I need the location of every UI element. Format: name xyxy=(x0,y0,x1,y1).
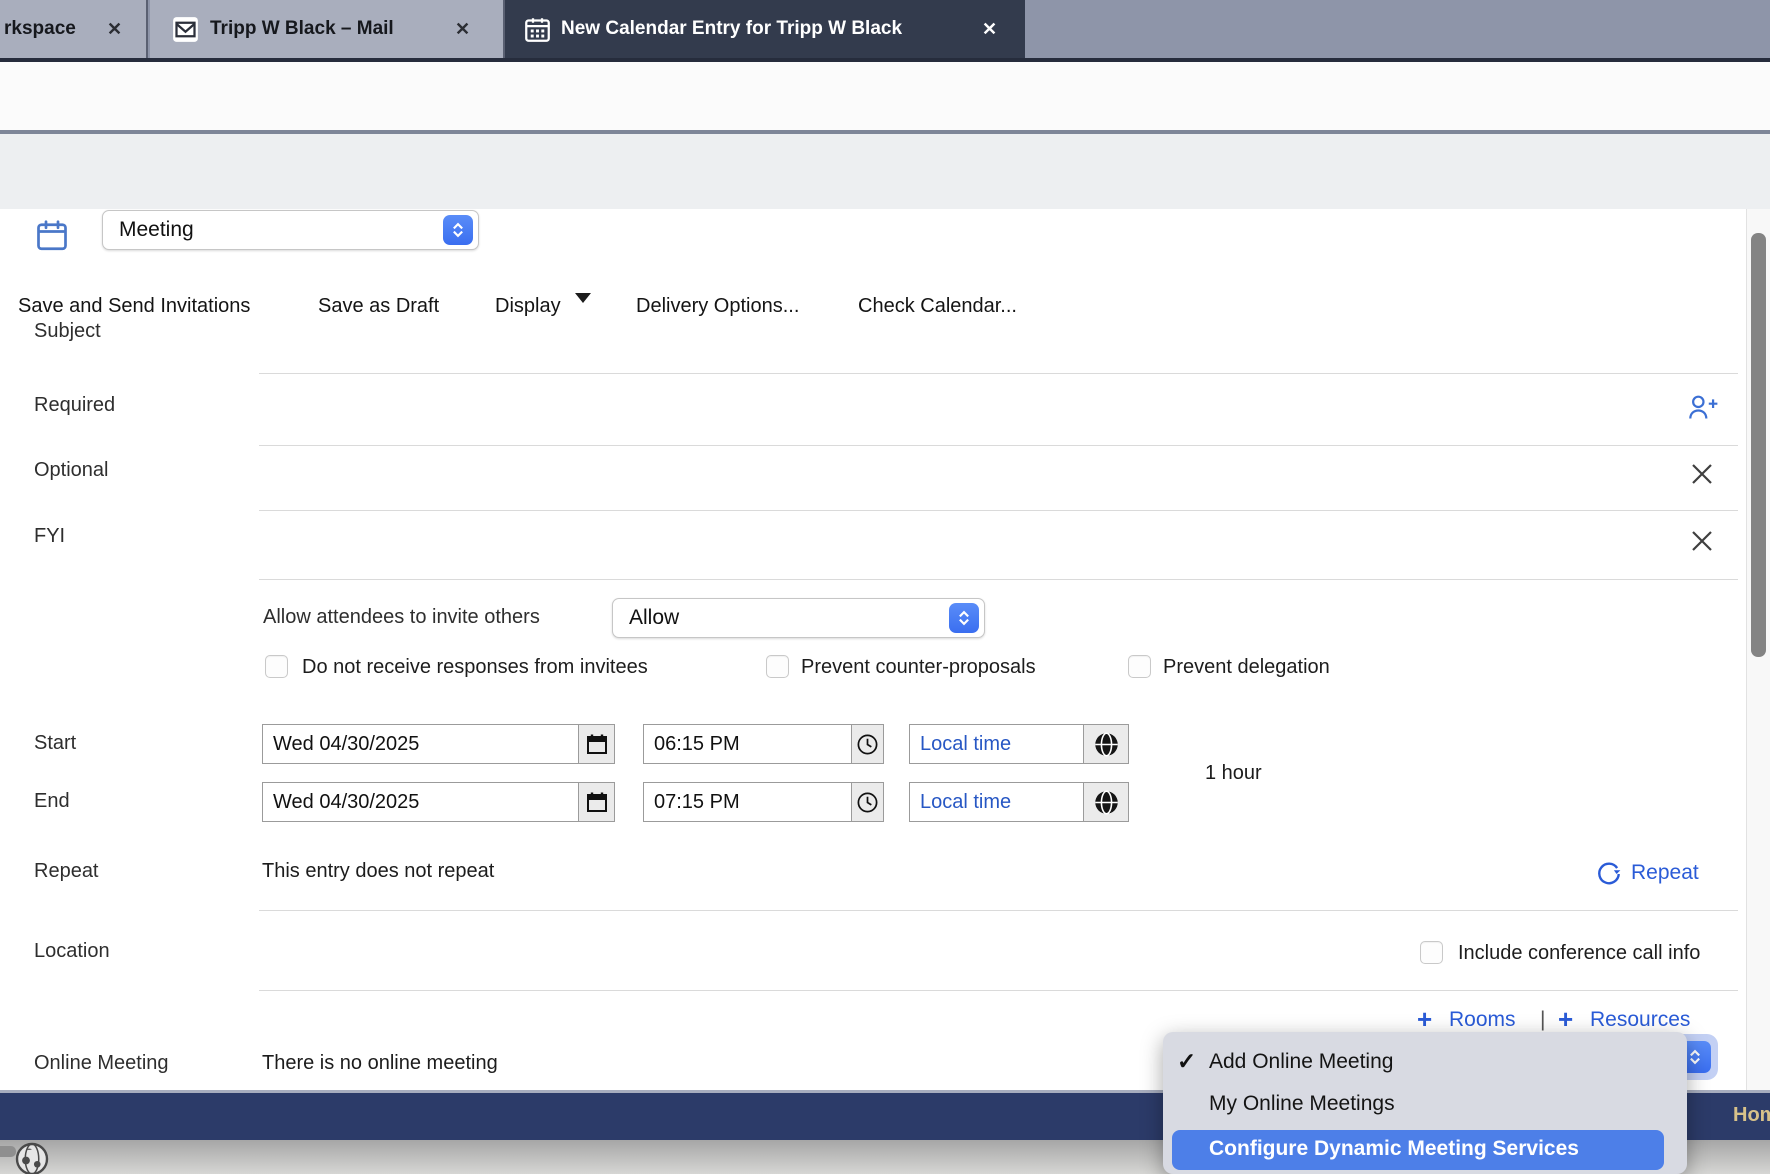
close-icon[interactable]: ✕ xyxy=(982,19,997,40)
save-and-send-button[interactable]: Save and Send Invitations xyxy=(18,295,250,318)
online-meeting-label: Online Meeting xyxy=(34,1052,169,1075)
fyi-field[interactable] xyxy=(259,531,1669,575)
delivery-options-button[interactable]: Delivery Options... xyxy=(636,295,799,318)
field-divider xyxy=(259,579,1738,580)
field-divider xyxy=(259,373,1738,374)
menu-item-configure-dms[interactable]: Configure Dynamic Meeting Services xyxy=(1172,1130,1664,1170)
include-conference-label: Include conference call info xyxy=(1458,942,1700,965)
end-timezone-value: Local time xyxy=(910,783,1083,821)
field-divider xyxy=(259,510,1738,511)
close-icon[interactable] xyxy=(1690,529,1714,553)
close-icon[interactable] xyxy=(1690,462,1714,486)
end-timezone-field[interactable]: Local time xyxy=(909,782,1129,822)
clock-icon[interactable] xyxy=(851,783,883,821)
scrollbar-thumb[interactable] xyxy=(1751,233,1766,657)
start-timezone-value: Local time xyxy=(910,725,1083,763)
entry-type-value: Meeting xyxy=(103,218,194,242)
prevent-delegation-checkbox[interactable] xyxy=(1128,655,1151,678)
display-menu-button[interactable]: Display xyxy=(495,295,561,318)
end-date-field[interactable]: Wed 04/30/2025 xyxy=(262,782,615,822)
repeat-value: This entry does not repeat xyxy=(262,860,494,883)
tab-new-calendar-entry[interactable]: New Calendar Entry for Tripp W Black ✕ xyxy=(505,0,1025,58)
close-icon[interactable]: ✕ xyxy=(107,19,122,40)
repeat-icon[interactable] xyxy=(1596,861,1622,887)
globe-icon[interactable] xyxy=(1083,725,1128,763)
prevent-counter-checkbox[interactable] xyxy=(766,655,789,678)
tab-workspace-label: rkspace xyxy=(4,18,76,40)
select-stepper-icon xyxy=(443,215,473,245)
start-timezone-field[interactable]: Local time xyxy=(909,724,1129,764)
close-icon[interactable]: ✕ xyxy=(455,19,470,40)
mail-icon xyxy=(172,16,199,43)
duration-value: 1 hour xyxy=(1205,762,1262,785)
fyi-label: FYI xyxy=(34,525,65,548)
invite-options-label: Allow attendees to invite others xyxy=(263,606,540,629)
home-link[interactable]: Home xyxy=(1733,1104,1770,1127)
app-window: rkspace ✕ Tripp W Black – Mail ✕ New Cal… xyxy=(0,0,1770,1174)
calendar-entry-icon xyxy=(34,218,70,254)
subject-label: Subject xyxy=(34,320,101,343)
person-add-icon[interactable] xyxy=(1686,392,1718,424)
resources-link[interactable]: Resources xyxy=(1590,1008,1690,1032)
end-time-field[interactable]: 07:15 PM xyxy=(643,782,884,822)
location-field[interactable] xyxy=(259,930,1389,986)
start-time-value: 06:15 PM xyxy=(644,725,851,763)
subject-field[interactable] xyxy=(259,335,1738,373)
checkmark-icon: ✓ xyxy=(1177,1048,1196,1075)
end-time-value: 07:15 PM xyxy=(644,783,851,821)
prevent-delegation-label: Prevent delegation xyxy=(1163,656,1330,679)
required-field[interactable] xyxy=(259,400,1669,444)
optional-label: Optional xyxy=(34,459,109,482)
plus-icon: + xyxy=(1558,1004,1573,1035)
invite-options-value: Allow xyxy=(613,606,679,630)
optional-field[interactable] xyxy=(259,465,1669,509)
date-picker-icon[interactable] xyxy=(578,783,614,821)
field-divider xyxy=(259,445,1738,446)
field-divider xyxy=(259,910,1738,911)
repeat-label: Repeat xyxy=(34,860,99,883)
tab-mail[interactable]: Tripp W Black – Mail ✕ xyxy=(150,0,505,58)
prevent-counter-label: Prevent counter-proposals xyxy=(801,656,1036,679)
field-divider xyxy=(259,990,1738,991)
menu-item-my-online-meetings[interactable]: My Online Meetings xyxy=(1209,1092,1395,1116)
menu-item-add-online-meeting[interactable]: Add Online Meeting xyxy=(1209,1050,1393,1074)
location-label: Location xyxy=(34,940,110,963)
vertical-scrollbar[interactable] xyxy=(1746,209,1770,1090)
plus-icon: + xyxy=(1417,1004,1432,1035)
select-stepper-icon xyxy=(949,603,979,633)
required-label: Required xyxy=(34,394,115,417)
action-bar: Save and Send Invitations Save as Draft … xyxy=(0,130,1770,209)
network-status-globe-icon[interactable] xyxy=(14,1141,50,1174)
tab-mail-label: Tripp W Black – Mail xyxy=(210,18,394,40)
format-toolbar: b i u A 123 xyxy=(0,62,1770,130)
check-calendar-button[interactable]: Check Calendar... xyxy=(858,295,1017,318)
clock-icon[interactable] xyxy=(851,725,883,763)
calendar-icon xyxy=(524,16,551,43)
repeat-link[interactable]: Repeat xyxy=(1631,861,1699,885)
invite-options-select[interactable]: Allow xyxy=(612,598,985,638)
end-date-value: Wed 04/30/2025 xyxy=(263,783,578,821)
online-meeting-context-menu: ✓ Add Online Meeting My Online Meetings … xyxy=(1163,1032,1687,1174)
start-time-field[interactable]: 06:15 PM xyxy=(643,724,884,764)
start-date-value: Wed 04/30/2025 xyxy=(263,725,578,763)
start-date-field[interactable]: Wed 04/30/2025 xyxy=(262,724,615,764)
tab-workspace[interactable]: rkspace ✕ xyxy=(0,0,148,58)
no-responses-label: Do not receive responses from invitees xyxy=(302,656,648,679)
tab-bar: rkspace ✕ Tripp W Black – Mail ✕ New Cal… xyxy=(0,0,1770,62)
date-picker-icon[interactable] xyxy=(578,725,614,763)
save-as-draft-button[interactable]: Save as Draft xyxy=(318,295,439,318)
menu-item-configure-dms-label: Configure Dynamic Meeting Services xyxy=(1209,1137,1579,1161)
start-label: Start xyxy=(34,732,76,755)
no-responses-checkbox[interactable] xyxy=(265,655,288,678)
globe-icon[interactable] xyxy=(1083,783,1128,821)
end-label: End xyxy=(34,790,70,813)
online-meeting-value: There is no online meeting xyxy=(262,1052,498,1075)
entry-type-select[interactable]: Meeting xyxy=(102,210,479,250)
tab-new-calendar-entry-label: New Calendar Entry for Tripp W Black xyxy=(561,18,902,40)
caret-down-icon xyxy=(575,303,591,321)
include-conference-checkbox[interactable] xyxy=(1420,941,1443,964)
rooms-link[interactable]: Rooms xyxy=(1449,1008,1516,1032)
link-divider: | xyxy=(1540,1008,1545,1032)
